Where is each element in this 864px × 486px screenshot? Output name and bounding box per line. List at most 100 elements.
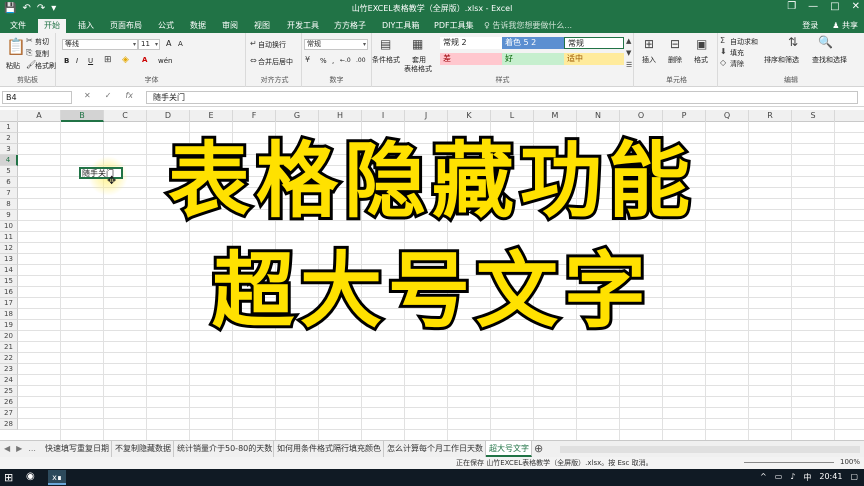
sheet-tab[interactable]: 如何用条件格式隔行填充颜色 [274,441,384,457]
column-header[interactable]: K [448,110,491,122]
column-header[interactable]: Q [706,110,749,122]
column-header[interactable]: I [362,110,405,122]
copy-button[interactable]: 复制 [35,49,49,59]
insert-button[interactable]: 插入 [642,55,656,65]
bold-button[interactable]: B [64,57,69,65]
phonetic-button[interactable]: wén [158,57,172,65]
tab-page-layout[interactable]: 页面布局 [110,20,142,31]
column-header[interactable]: L [491,110,534,122]
row-header[interactable]: 21 [0,342,18,353]
magnifier-icon[interactable]: 🔍 [818,35,833,49]
chrome-icon[interactable]: ◉ [26,471,35,482]
fill-color-icon[interactable]: ◈ [122,55,129,65]
column-header[interactable]: G [276,110,319,122]
column-header[interactable]: B [61,110,104,122]
login-link[interactable]: 登录 [802,20,818,31]
add-sheet-icon[interactable]: ⊕ [534,442,543,455]
wrap-text-button[interactable]: 自动换行 [258,40,286,50]
font-name-select[interactable]: 等线 ▾ [62,39,138,50]
cell-style-item[interactable]: 好 [502,53,564,65]
column-header[interactable]: N [577,110,620,122]
column-header[interactable]: H [319,110,362,122]
paste-button[interactable]: 粘贴 [6,61,20,71]
merge-center-icon[interactable]: ⇔ [250,56,257,65]
enter-icon[interactable]: ✓ [105,91,112,100]
column-header[interactable]: A [18,110,61,122]
cut-icon[interactable]: ✂ [26,36,33,45]
autosum-icon[interactable]: Σ [720,36,725,45]
row-header[interactable]: 26 [0,397,18,408]
horizontal-scrollbar[interactable] [560,446,860,453]
increase-decimal-button[interactable]: ←.0 [340,57,351,64]
cut-button[interactable]: 剪切 [35,37,49,47]
tab-data[interactable]: 数据 [190,20,206,31]
tab-review[interactable]: 审阅 [222,20,238,31]
row-header[interactable]: 1 [0,122,18,133]
tab-fangfange[interactable]: 方方格子 [334,20,366,31]
format-button[interactable]: 格式 [694,55,708,65]
row-header[interactable]: 28 [0,419,18,430]
paste-icon[interactable]: 📋 [6,37,26,56]
border-icon[interactable]: ⊞ [104,55,112,65]
column-header[interactable]: M [534,110,577,122]
tab-developer[interactable]: 开发工具 [287,20,319,31]
sort-filter-button[interactable]: 排序和筛选 [764,55,799,65]
tab-file[interactable]: 文件 [10,20,26,31]
zoom-slider[interactable] [744,462,834,463]
select-all-corner[interactable] [0,110,18,122]
zoom-level[interactable]: 100% [840,458,860,466]
italic-button[interactable]: I [76,57,78,65]
fill-button[interactable]: 填充 [730,48,744,58]
sheet-tab[interactable]: 快速填写重复日期 [42,441,112,457]
gallery-down-icon[interactable]: ▼ [626,49,631,57]
fill-down-icon[interactable]: ⬇ [720,47,727,56]
format-as-table-icon[interactable]: ▦ [412,37,423,51]
gallery-up-icon[interactable]: ▲ [626,37,631,45]
format-as-table-button-l2[interactable]: 表格格式 [404,64,432,74]
shrink-font-button[interactable]: A [178,40,183,48]
clock[interactable]: 20:41 [819,472,842,483]
ribbon-display-icon[interactable]: ❐ [787,1,796,12]
copy-icon[interactable]: ⎘ [26,48,32,58]
tab-insert[interactable]: 插入 [78,20,94,31]
conditional-format-icon[interactable]: ▤ [380,37,391,51]
volume-icon[interactable]: ♪ [790,472,795,483]
sheet-tab[interactable]: 怎么计算每个月工作日天数 [384,441,486,457]
underline-button[interactable]: U [88,57,93,65]
row-header[interactable]: 11 [0,232,18,243]
row-header[interactable]: 27 [0,408,18,419]
find-select-button[interactable]: 查找和选择 [812,55,847,65]
sheet-tab[interactable]: 不复制隐藏数据 [112,441,174,457]
next-sheet-icon[interactable]: ▶ [16,444,22,453]
row-header[interactable]: 23 [0,364,18,375]
wrap-text-icon[interactable]: ↵ [250,39,257,48]
clear-button[interactable]: 清除 [730,59,744,69]
tab-formulas[interactable]: 公式 [158,20,174,31]
font-size-select[interactable]: 11 ▾ [138,39,160,50]
column-header[interactable]: D [147,110,190,122]
minimize-button[interactable]: — [808,1,818,12]
maximize-button[interactable]: □ [830,1,839,12]
row-header[interactable]: 22 [0,353,18,364]
merge-center-button[interactable]: 合并后居中 [258,57,293,67]
tab-home[interactable]: 开始 [38,19,66,33]
cancel-icon[interactable]: ✕ [84,91,91,100]
sort-filter-icon[interactable]: ⇅ [788,35,798,49]
percent-button[interactable]: % [320,57,327,65]
comma-button[interactable]: , [332,57,334,65]
cell-style-item[interactable]: 差 [440,53,502,65]
grow-font-button[interactable]: A [166,39,171,48]
column-header[interactable]: R [749,110,792,122]
delete-cells-icon[interactable]: ⊟ [670,37,680,51]
row-header[interactable]: 24 [0,375,18,386]
tab-diy-toolbox[interactable]: DIY工具箱 [382,20,419,31]
format-cells-icon[interactable]: ▣ [696,37,707,51]
column-header[interactable]: C [104,110,147,122]
autosum-button[interactable]: 自动求和 [730,37,758,47]
close-button[interactable]: ✕ [852,1,860,12]
more-sheets-button[interactable]: ... [28,444,36,453]
font-color-button[interactable]: A [142,56,147,64]
prev-sheet-icon[interactable]: ◀ [4,444,10,453]
number-format-select[interactable]: 常规 ▾ [304,39,368,50]
decrease-decimal-button[interactable]: .00 [356,57,366,64]
